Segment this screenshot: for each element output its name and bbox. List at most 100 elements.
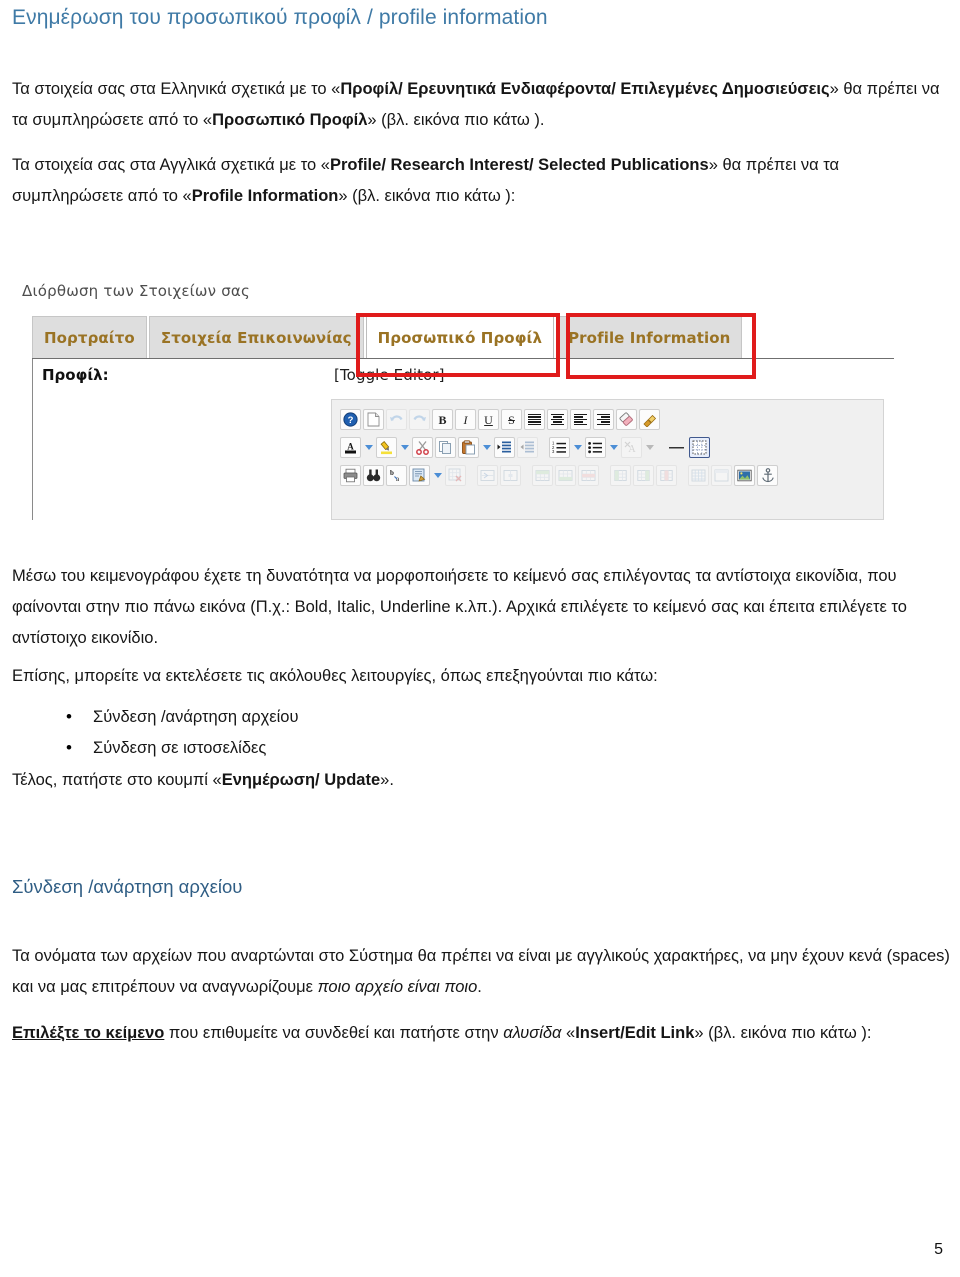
eraser-icon[interactable] — [616, 409, 637, 430]
text-run: Μέσω του κειμενογράφου έχετε τη δυνατότη… — [12, 567, 907, 647]
text-run: Τα στοιχεία σας στα Ελληνικά σχετικά με … — [12, 80, 341, 98]
text-run-underline: Επιλέξτε το κείμενο — [12, 1024, 165, 1042]
page-title: Ενημέρωση του προσωπικού προφίλ / profil… — [12, 6, 548, 29]
insert-anchor-icon[interactable] — [757, 465, 778, 486]
undo-icon[interactable] — [386, 409, 407, 430]
format-painter-icon[interactable] — [639, 409, 660, 430]
text-run: » (βλ. εικόνα πιο κάτω ). — [367, 111, 545, 129]
paste-dropdown-icon[interactable] — [481, 437, 492, 458]
svg-text:b: b — [390, 469, 394, 477]
remove-format-dropdown-icon[interactable] — [644, 437, 655, 458]
text-run: . — [477, 978, 482, 996]
svg-text:?: ? — [348, 415, 354, 426]
strikethrough-icon[interactable]: S — [501, 409, 522, 430]
insert-row-below-icon[interactable] — [555, 465, 576, 486]
help-icon[interactable]: ? — [340, 409, 361, 430]
text-run-italic: ποιο αρχείο είναι ποιο — [317, 978, 478, 996]
toolbar-row-2: A 1 2 3 A — [340, 436, 712, 459]
edit-source-dropdown-icon[interactable] — [432, 465, 443, 486]
feature-bullet-list: Σύνδεση /ανάρτηση αρχείου Σύνδεση σε ιστ… — [12, 701, 299, 764]
text-run-bold: Profile Information — [191, 187, 339, 205]
redo-icon[interactable] — [409, 409, 430, 430]
text-run-italic: αλυσίδα — [503, 1024, 562, 1042]
text-run-bold: Insert/Edit Link — [575, 1024, 695, 1042]
svg-text:A: A — [347, 442, 354, 452]
page-number: 5 — [934, 1241, 943, 1258]
text-run: Επίσης, μπορείτε να εκτελέσετε τις ακόλο… — [12, 667, 658, 685]
find-icon[interactable] — [363, 465, 384, 486]
list-item: Σύνδεση /ανάρτηση αρχείου — [66, 701, 299, 733]
bulleted-list-icon[interactable] — [585, 437, 606, 458]
insert-column-right-icon[interactable] — [633, 465, 654, 486]
paragraph-file-naming: Τα ονόματα των αρχείων που αναρτώνται στ… — [12, 941, 958, 1003]
numbered-list-dropdown-icon[interactable] — [572, 437, 583, 458]
toolbar-row-1: ? B I U S — [340, 408, 662, 431]
annotation-box-profile-information-tab — [566, 313, 756, 379]
print-icon[interactable] — [340, 465, 361, 486]
section-title-file-upload: Σύνδεση /ανάρτηση αρχείου — [12, 876, 243, 897]
paragraph-final-note: Τέλος, πατήστε στο κουμπί «Ενημέρωση/ Up… — [12, 765, 942, 796]
embedded-screenshot-figure: Διόρθωση των Στοιχείων σας Πορτραίτο Στο… — [0, 272, 900, 520]
table-properties-icon[interactable] — [711, 465, 732, 486]
align-justify-icon[interactable] — [524, 409, 545, 430]
text-run-bold: Προσωπικό Προφίλ — [212, 111, 368, 129]
list-item: Σύνδεση σε ιστοσελίδες — [66, 732, 298, 764]
text-run: που επιθυμείτε να συνδεθεί και πατήστε σ… — [164, 1024, 504, 1042]
replace-icon[interactable]: ba — [386, 465, 407, 486]
delete-row-icon[interactable] — [578, 465, 599, 486]
paragraph-also-intro: Επίσης, μπορείτε να εκτελέσετε τις ακόλο… — [12, 661, 942, 692]
underline-icon[interactable]: U — [478, 409, 499, 430]
insert-image-icon[interactable] — [734, 465, 755, 486]
show-borders-icon[interactable] — [689, 437, 710, 458]
delete-table-icon[interactable] — [445, 465, 466, 486]
text-run-bold: Προφίλ/ Ερευνητικά Ενδιαφέροντα/ Επιλεγμ… — [340, 80, 830, 98]
text-run: « — [561, 1024, 576, 1042]
paste-icon[interactable] — [458, 437, 479, 458]
cut-icon[interactable] — [412, 437, 433, 458]
align-center-icon[interactable] — [547, 409, 568, 430]
align-right-icon[interactable] — [593, 409, 614, 430]
align-left-icon[interactable] — [570, 409, 591, 430]
new-document-icon[interactable] — [363, 409, 384, 430]
merge-cells-icon[interactable] — [477, 465, 498, 486]
highlight-color-dropdown-icon[interactable] — [399, 437, 410, 458]
text-run: » (βλ. εικόνα πιο κάτω ): — [338, 187, 516, 205]
text-run-bold: Profile/ Research Interest/ Selected Pub… — [329, 156, 709, 174]
text-color-dropdown-icon[interactable] — [363, 437, 374, 458]
numbered-list-icon[interactable]: 123 — [549, 437, 570, 458]
screenshot-caption: Διόρθωση των Στοιχείων σας — [22, 282, 251, 300]
text-run: » (βλ. εικόνα πιο κάτω ): — [694, 1024, 872, 1042]
form-left-border — [32, 359, 33, 520]
bold-icon[interactable]: B — [432, 409, 453, 430]
insert-row-above-icon[interactable] — [532, 465, 553, 486]
tab-portrait[interactable]: Πορτραίτο — [32, 316, 147, 359]
edit-source-icon[interactable] — [409, 465, 430, 486]
list-item-label: Σύνδεση /ανάρτηση αρχείου — [93, 708, 299, 726]
rich-text-editor-toolbar: ? B I U S A 1 2 3 A b a — [331, 399, 884, 520]
text-run: Τέλος, πατήστε στο κουμπί « — [12, 771, 222, 789]
italic-icon[interactable]: I — [455, 409, 476, 430]
tab-contact-details[interactable]: Στοιχεία Επικοινωνίας — [148, 316, 364, 359]
document-page: Ενημέρωση του προσωπικού προφίλ / profil… — [0, 0, 960, 1277]
svg-text:A: A — [628, 444, 636, 455]
text-color-icon[interactable]: A — [340, 437, 361, 458]
field-label-profile: Προφίλ: — [42, 366, 109, 384]
annotation-box-personal-profile-tab — [356, 313, 560, 377]
paragraph-select-text: Επιλέξτε το κείμενο που επιθυμείτε να συ… — [12, 1018, 952, 1049]
insert-column-left-icon[interactable] — [610, 465, 631, 486]
indent-increase-icon[interactable] — [494, 437, 515, 458]
split-cells-icon[interactable] — [500, 465, 521, 486]
bulleted-list-dropdown-icon[interactable] — [608, 437, 619, 458]
copy-icon[interactable] — [435, 437, 456, 458]
indent-decrease-icon[interactable] — [517, 437, 538, 458]
text-run-bold: Ενημέρωση/ Update — [221, 771, 381, 789]
svg-text:3: 3 — [552, 449, 555, 454]
text-run: Τα στοιχεία σας στα Αγγλικά σχετικά με τ… — [12, 156, 330, 174]
highlight-color-icon[interactable] — [376, 437, 397, 458]
insert-table-icon[interactable] — [688, 465, 709, 486]
toolbar-row-3: ba — [340, 464, 780, 487]
remove-format-icon[interactable]: A — [621, 437, 642, 458]
horizontal-rule-icon[interactable] — [666, 437, 687, 458]
tab-label: Στοιχεία Επικοινωνίας — [160, 329, 352, 347]
delete-column-icon[interactable] — [656, 465, 677, 486]
